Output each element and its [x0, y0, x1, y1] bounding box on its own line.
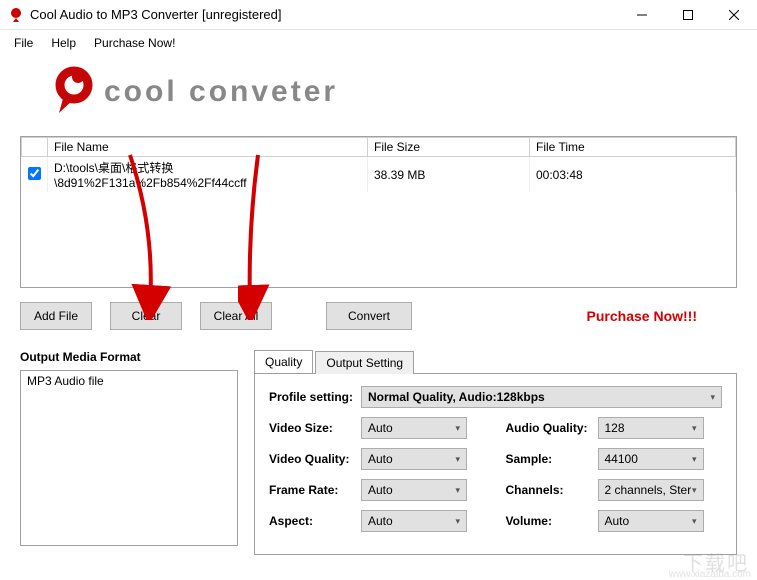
header-filesize[interactable]: File Size: [368, 138, 530, 157]
chevron-down-icon: ▾: [692, 516, 697, 527]
clear-all-button[interactable]: Clear All: [200, 302, 272, 330]
audio-quality-label: Audio Quality:: [506, 421, 598, 435]
maximize-button[interactable]: [665, 0, 711, 30]
chevron-down-icon: ▾: [692, 485, 697, 496]
frame-rate-select[interactable]: Auto ▾: [361, 479, 467, 501]
menu-file[interactable]: File: [6, 32, 41, 54]
logo-icon: [44, 65, 98, 119]
frame-rate-value: Auto: [368, 483, 393, 497]
video-quality-select[interactable]: Auto ▾: [361, 448, 467, 470]
volume-value: Auto: [605, 514, 630, 528]
channels-value: 2 channels, Ster: [605, 483, 692, 497]
sample-select[interactable]: 44100 ▾: [598, 448, 704, 470]
tab-output-setting[interactable]: Output Setting: [315, 351, 414, 374]
profile-label: Profile setting:: [269, 390, 361, 404]
chevron-down-icon: ▾: [692, 423, 697, 434]
purchase-now-link[interactable]: Purchase Now!!!: [587, 308, 737, 324]
logo-area: cool conveter: [0, 56, 757, 128]
row-checkbox[interactable]: [28, 167, 41, 180]
aspect-value: Auto: [368, 514, 393, 528]
cell-filename: D:\tools\桌面\格式转换\8d91%2F131a%2Fb854%2Ff4…: [48, 157, 368, 193]
window-title: Cool Audio to MP3 Converter [unregistere…: [30, 7, 619, 22]
titlebar: Cool Audio to MP3 Converter [unregistere…: [0, 0, 757, 30]
menu-help[interactable]: Help: [43, 32, 84, 54]
tab-body: Profile setting: Normal Quality, Audio:1…: [254, 373, 737, 555]
sample-label: Sample:: [506, 452, 598, 466]
format-list-item[interactable]: MP3 Audio file: [21, 371, 237, 391]
app-icon: [8, 7, 24, 23]
table-row[interactable]: D:\tools\桌面\格式转换\8d91%2F131a%2Fb854%2Ff4…: [22, 157, 736, 193]
header-filename[interactable]: File Name: [48, 138, 368, 157]
header-filetime[interactable]: File Time: [530, 138, 736, 157]
volume-select[interactable]: Auto ▾: [598, 510, 704, 532]
chevron-down-icon: ▾: [455, 516, 460, 527]
button-row: Add File Clear Clear All Convert Purchas…: [20, 302, 737, 330]
file-table: File Name File Size File Time D:\tools\桌…: [20, 136, 737, 288]
chevron-down-icon: ▾: [710, 392, 715, 403]
video-size-value: Auto: [368, 421, 393, 435]
lower-panels: Output Media Format MP3 Audio file Quali…: [20, 350, 737, 555]
video-size-select[interactable]: Auto ▾: [361, 417, 467, 439]
clear-button[interactable]: Clear: [110, 302, 182, 330]
format-list[interactable]: MP3 Audio file: [20, 370, 238, 546]
audio-quality-value: 128: [605, 421, 625, 435]
profile-select[interactable]: Normal Quality, Audio:128kbps ▾: [361, 386, 722, 408]
table-header-row: File Name File Size File Time: [22, 138, 736, 157]
profile-value: Normal Quality, Audio:128kbps: [368, 390, 545, 404]
aspect-label: Aspect:: [269, 514, 361, 528]
chevron-down-icon: ▾: [455, 454, 460, 465]
aspect-select[interactable]: Auto ▾: [361, 510, 467, 532]
header-check[interactable]: [22, 138, 48, 157]
logo-text: cool conveter: [104, 75, 338, 109]
cell-filetime: 00:03:48: [530, 157, 736, 193]
tab-header: Quality Output Setting: [254, 350, 737, 373]
watermark-url: www.xiazaiba.com: [669, 569, 751, 580]
audio-quality-select[interactable]: 128 ▾: [598, 417, 704, 439]
volume-label: Volume:: [506, 514, 598, 528]
convert-button[interactable]: Convert: [326, 302, 412, 330]
add-file-button[interactable]: Add File: [20, 302, 92, 330]
frame-rate-label: Frame Rate:: [269, 483, 361, 497]
chevron-down-icon: ▾: [692, 454, 697, 465]
channels-select[interactable]: 2 channels, Ster▾: [598, 479, 704, 501]
video-quality-value: Auto: [368, 452, 393, 466]
chevron-down-icon: ▾: [455, 423, 460, 434]
chevron-down-icon: ▾: [455, 485, 460, 496]
menubar: File Help Purchase Now!: [0, 30, 757, 56]
sample-value: 44100: [605, 452, 638, 466]
video-size-label: Video Size:: [269, 421, 361, 435]
close-button[interactable]: [711, 0, 757, 30]
minimize-button[interactable]: [619, 0, 665, 30]
tab-quality[interactable]: Quality: [254, 350, 313, 373]
menu-purchase[interactable]: Purchase Now!: [86, 32, 183, 54]
video-quality-label: Video Quality:: [269, 452, 361, 466]
format-panel: Output Media Format MP3 Audio file: [20, 350, 238, 555]
channels-label: Channels:: [506, 483, 598, 497]
settings-panel: Quality Output Setting Profile setting: …: [254, 350, 737, 555]
format-panel-title: Output Media Format: [20, 350, 238, 364]
cell-filesize: 38.39 MB: [368, 157, 530, 193]
